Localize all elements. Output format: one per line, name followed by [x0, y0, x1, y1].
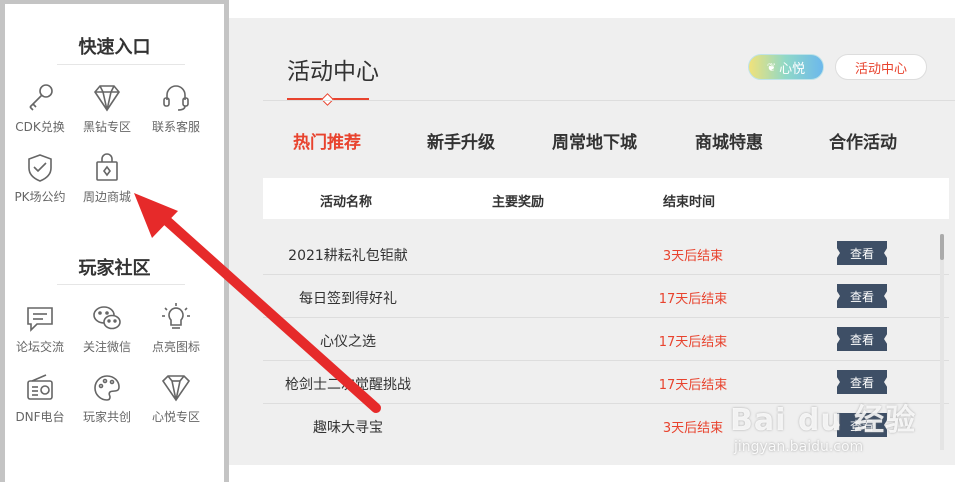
- player-community-title: 玩家社区: [78, 258, 151, 279]
- table-row: 趣味大寻宝 3天后结束 查看: [263, 404, 949, 446]
- gem-icon: [161, 375, 191, 402]
- community-item-label: DNF电台: [15, 410, 65, 424]
- divider: [57, 284, 185, 285]
- community-item-xinyue-zone[interactable]: 心悦专区: [142, 370, 210, 425]
- quick-item-cdk[interactable]: CDK兑换: [6, 80, 74, 135]
- quick-item-label: CDK兑换: [15, 120, 65, 134]
- table-row: 枪剑士二次觉醒挑战 17天后结束 查看: [263, 361, 949, 404]
- community-item-label: 论坛交流: [15, 340, 64, 354]
- column-header-end-time: 结束时间: [663, 195, 716, 210]
- headset-icon: [163, 85, 189, 111]
- tab-partner-events[interactable]: 合作活动: [829, 128, 897, 153]
- end-time: 17天后结束: [658, 378, 728, 393]
- shield-check-icon: [28, 154, 52, 182]
- activity-name: 枪剑士二次觉醒挑战: [285, 377, 411, 393]
- community-item-label: 玩家共创: [82, 410, 131, 424]
- table-row: 心仪之选 17天后结束 查看: [263, 318, 949, 361]
- quick-item-merch-store[interactable]: 周边商城: [73, 150, 141, 205]
- activity-center-panel: 活动中心 ❦ 心悦 活动中心 热门推荐 新手升级 周常地下城 商城特惠 合作活动…: [229, 18, 955, 465]
- activity-center-button[interactable]: 活动中心: [835, 54, 927, 80]
- radio-icon: [27, 374, 53, 400]
- xinyue-badge-label: 心悦: [779, 61, 806, 77]
- activity-name: 心仪之选: [320, 334, 376, 350]
- community-item-label: 关注微信: [82, 340, 131, 354]
- quick-item-label: PK场公约: [14, 190, 66, 204]
- wechat-icon: [93, 306, 121, 330]
- quick-item-label: 联系客服: [151, 120, 200, 134]
- quick-item-customer-service[interactable]: 联系客服: [142, 80, 210, 135]
- header-divider: [263, 100, 955, 101]
- end-time: 17天后结束: [658, 335, 728, 350]
- xinyue-logo-icon: ❦: [766, 60, 777, 74]
- community-item-light-icon[interactable]: 点亮图标: [142, 300, 210, 355]
- tab-mall-deals[interactable]: 商城特惠: [695, 128, 763, 153]
- activity-name: 趣味大寻宝: [313, 420, 383, 436]
- quick-access-sidebar: 快速入口 CDK兑换 黑钻专区 联系客服 PK场公约 周边商城 玩家社区 论坛交…: [0, 0, 229, 482]
- end-time: 3天后结束: [662, 421, 724, 436]
- activity-name: 每日签到得好礼: [299, 291, 397, 307]
- key-icon: [29, 84, 53, 111]
- end-time: 17天后结束: [658, 292, 728, 307]
- divider: [57, 64, 185, 65]
- community-item-label: 心悦专区: [151, 410, 200, 424]
- scrollbar-thumb[interactable]: [940, 234, 944, 260]
- tab-hot-recommend[interactable]: 热门推荐: [293, 128, 361, 153]
- community-item-label: 点亮图标: [151, 340, 200, 354]
- view-button[interactable]: 查看: [837, 241, 887, 265]
- table-row: 每日签到得好礼 17天后结束 查看: [263, 275, 949, 318]
- xinyue-badge-button[interactable]: ❦ 心悦: [748, 54, 824, 80]
- view-button[interactable]: 查看: [837, 284, 887, 308]
- community-item-dnf-radio[interactable]: DNF电台: [6, 370, 74, 425]
- tab-newbie-upgrade[interactable]: 新手升级: [427, 128, 495, 153]
- view-button[interactable]: 查看: [837, 327, 887, 351]
- tab-weekly-dungeon[interactable]: 周常地下城: [552, 128, 637, 153]
- quick-access-title: 快速入口: [78, 37, 151, 58]
- quick-item-pk-convention[interactable]: PK场公约: [6, 150, 74, 205]
- page-title: 活动中心: [287, 59, 379, 85]
- table-row: 2021耕耘礼包钜献 3天后结束 查看: [263, 232, 949, 275]
- palette-icon: [94, 375, 120, 401]
- end-time: 3天后结束: [662, 249, 724, 264]
- shopping-bag-icon: [96, 153, 118, 181]
- view-button[interactable]: 查看: [837, 413, 887, 437]
- scrollbar-track[interactable]: [940, 234, 944, 450]
- community-item-wechat[interactable]: 关注微信: [73, 300, 141, 355]
- quick-item-label: 周边商城: [82, 190, 131, 204]
- column-header-reward: 主要奖励: [492, 195, 545, 210]
- diamond-icon: [94, 85, 120, 112]
- column-header-name: 活动名称: [320, 195, 373, 210]
- quick-item-black-diamond[interactable]: 黑钻专区: [73, 80, 141, 135]
- view-button[interactable]: 查看: [837, 370, 887, 394]
- table-header: 活动名称 主要奖励 结束时间: [263, 178, 949, 219]
- activity-name: 2021耕耘礼包钜献: [288, 248, 408, 264]
- community-item-co-creation[interactable]: 玩家共创: [73, 370, 141, 425]
- lightbulb-icon: [162, 303, 190, 329]
- community-item-forum[interactable]: 论坛交流: [6, 300, 74, 355]
- forum-icon: [27, 307, 53, 332]
- quick-item-label: 黑钻专区: [82, 120, 131, 134]
